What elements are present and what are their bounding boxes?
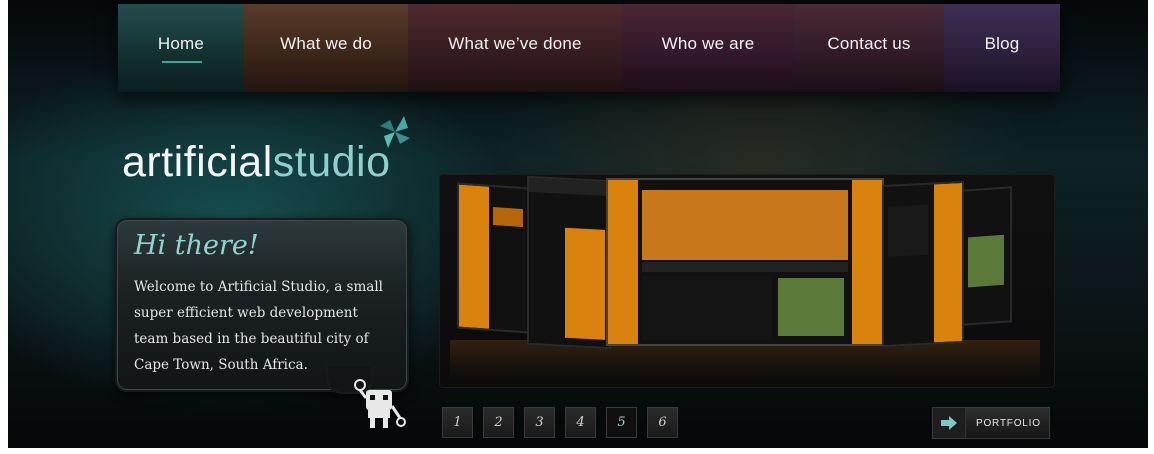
- nav-home-label: Home: [157, 34, 205, 53]
- page-button-6[interactable]: 6: [647, 407, 678, 438]
- page-button-4[interactable]: 4: [565, 407, 596, 438]
- arrow-right-icon: [941, 416, 957, 430]
- portfolio-thumb-1[interactable]: [457, 182, 529, 334]
- portfolio-button-icon-box: [933, 408, 966, 438]
- portfolio-thumb-main[interactable]: [606, 178, 884, 346]
- nav-contact-us-label: Contact us: [827, 34, 911, 53]
- welcome-text: Welcome to Artificial Studio, a small su…: [134, 279, 383, 373]
- page-button-2[interactable]: 2: [483, 407, 514, 438]
- portfolio-thumb-2[interactable]: [527, 175, 611, 350]
- nav-what-we-do-label: What we do: [280, 34, 372, 53]
- showcase-reflection: [450, 340, 1040, 380]
- portfolio-button-label: PORTFOLIO: [976, 417, 1041, 429]
- welcome-heading: Hi there!: [134, 230, 259, 261]
- portfolio-button[interactable]: PORTFOLIO: [932, 407, 1050, 439]
- page-button-3[interactable]: 3: [524, 407, 555, 438]
- nav-blog-label: Blog: [984, 34, 1020, 53]
- portfolio-thumb-5[interactable]: [962, 186, 1012, 326]
- nav-what-weve-done[interactable]: What we’ve done: [408, 4, 622, 92]
- logo-artificial: artificial: [122, 138, 273, 186]
- nav-what-we-do[interactable]: What we do: [244, 4, 408, 92]
- active-underline: [162, 61, 202, 63]
- nav-blog[interactable]: Blog: [944, 4, 1060, 92]
- nav-who-we-are[interactable]: Who we are: [622, 4, 794, 92]
- nav-who-we-are-label: Who we are: [661, 34, 755, 53]
- site-logo[interactable]: artificialstudio: [122, 138, 391, 187]
- left-edge: [0, 0, 8, 454]
- portfolio-thumb-4[interactable]: [882, 180, 964, 348]
- page-button-5[interactable]: 5: [606, 407, 637, 438]
- right-edge: [1148, 0, 1154, 454]
- showcase-pagination: 1 2 3 4 5 6: [442, 407, 678, 438]
- nav-contact-us[interactable]: Contact us: [794, 4, 944, 92]
- robot-icon: [354, 379, 406, 428]
- nav-what-weve-done-label: What we’ve done: [448, 34, 582, 53]
- page-stage: Home What we do What we’ve done Who we a…: [0, 0, 1154, 454]
- pinwheel-icon: [380, 116, 410, 148]
- page-button-1[interactable]: 1: [442, 407, 473, 438]
- bottom-edge: [0, 448, 1154, 454]
- main-navigation: Home What we do What we’ve done Who we a…: [118, 4, 1060, 92]
- logo-studio: studio: [272, 138, 391, 186]
- nav-home[interactable]: Home: [118, 4, 244, 92]
